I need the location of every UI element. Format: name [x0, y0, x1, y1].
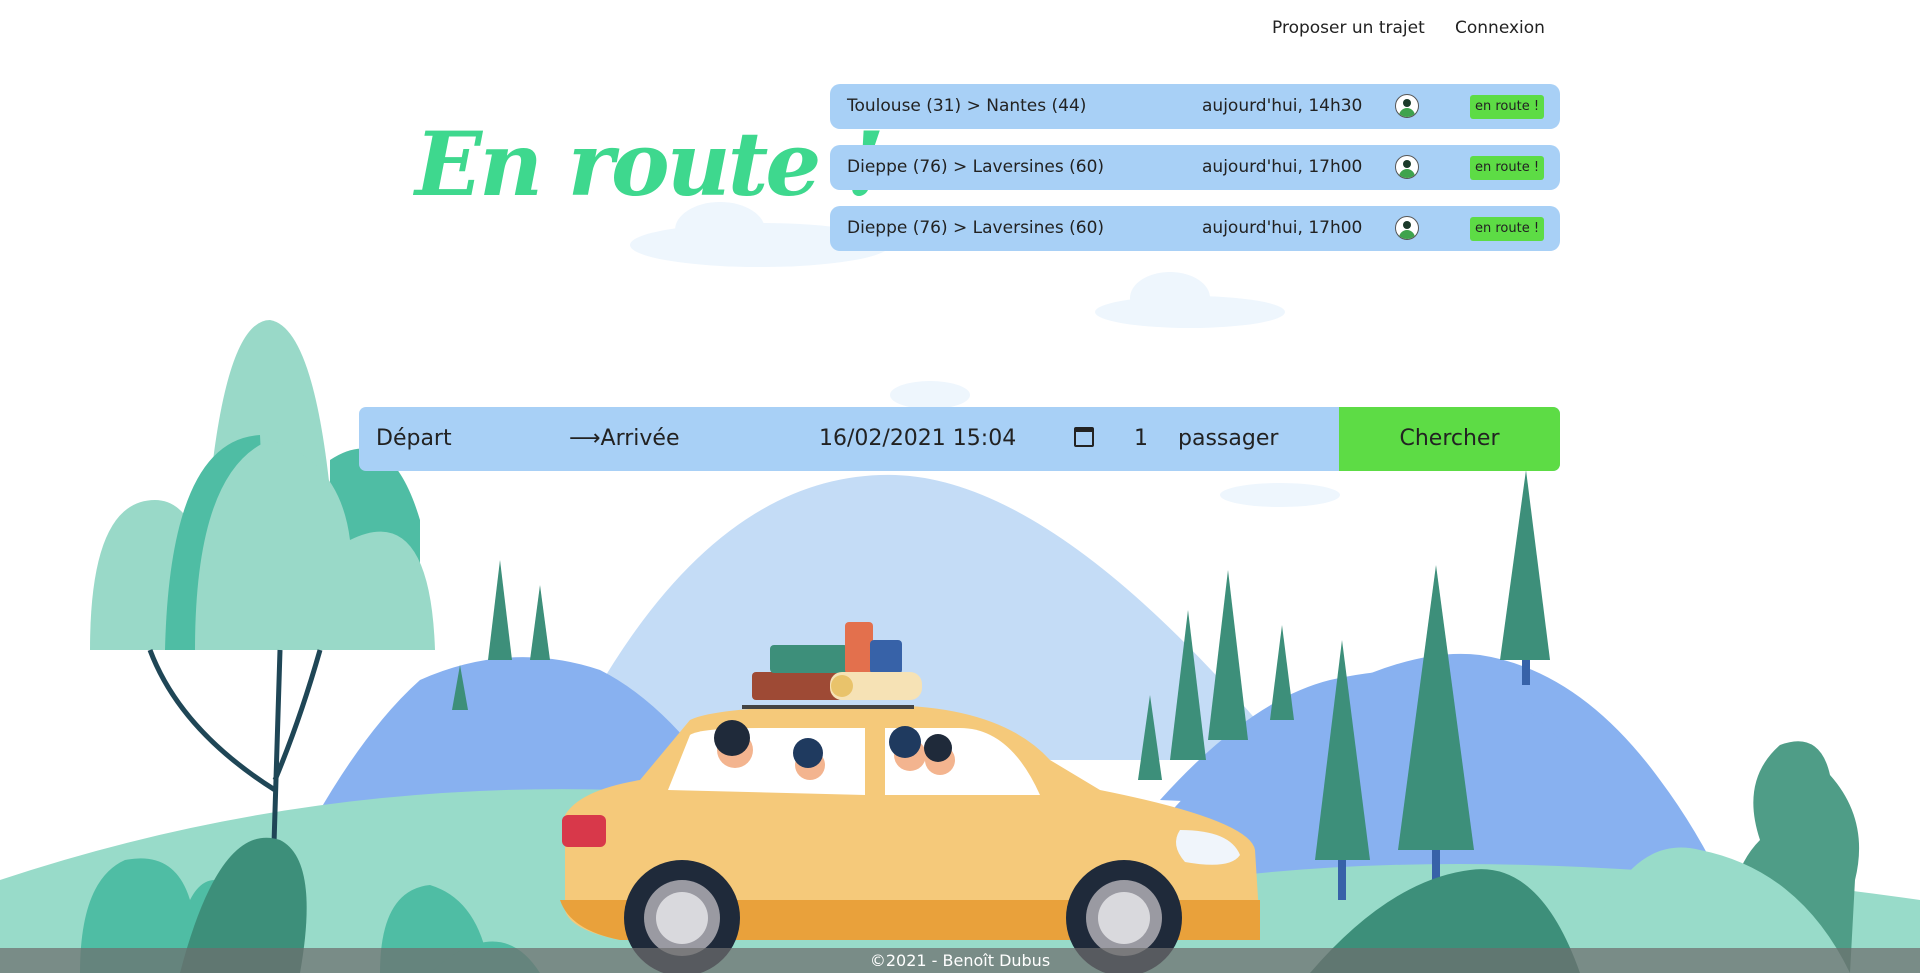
trip-card[interactable]: Dieppe (76) > Laversines (60) aujourd'hu… [830, 206, 1560, 251]
trip-route: Dieppe (76) > Laversines (60) [847, 218, 1105, 238]
date-field[interactable]: 16/02/2021 15:04 [819, 426, 1016, 451]
propose-trip-link[interactable]: Proposer un trajet [1272, 18, 1425, 42]
trip-card[interactable]: Dieppe (76) > Laversines (60) aujourd'hu… [830, 145, 1560, 190]
status-badge: en route ! [1470, 217, 1545, 241]
trip-route: Toulouse (31) > Nantes (44) [847, 96, 1087, 116]
calendar-icon[interactable] [1074, 427, 1094, 447]
trip-card[interactable]: Toulouse (31) > Nantes (44) aujourd'hui,… [830, 84, 1560, 129]
login-link[interactable]: Connexion [1455, 18, 1545, 42]
arrival-field[interactable]: ⟶Arrivée [569, 426, 680, 451]
trip-time: aujourd'hui, 17h00 [1202, 218, 1363, 238]
trip-time: aujourd'hui, 14h30 [1202, 96, 1363, 116]
search-button[interactable]: Chercher [1339, 407, 1560, 471]
passenger-count-field[interactable]: 1 [1134, 426, 1148, 451]
driver-avatar-icon [1395, 216, 1419, 240]
driver-avatar-icon [1395, 155, 1419, 179]
departure-field[interactable]: Départ [376, 426, 452, 451]
site-logo: En route ! [415, 112, 885, 216]
trip-route: Dieppe (76) > Laversines (60) [847, 157, 1105, 177]
trip-time: aujourd'hui, 17h00 [1202, 157, 1363, 177]
footer-copyright: ©2021 - Benoît Dubus [0, 948, 1920, 973]
passenger-label: passager [1178, 426, 1279, 451]
status-badge: en route ! [1470, 95, 1545, 119]
status-badge: en route ! [1470, 156, 1545, 180]
driver-avatar-icon [1395, 94, 1419, 118]
